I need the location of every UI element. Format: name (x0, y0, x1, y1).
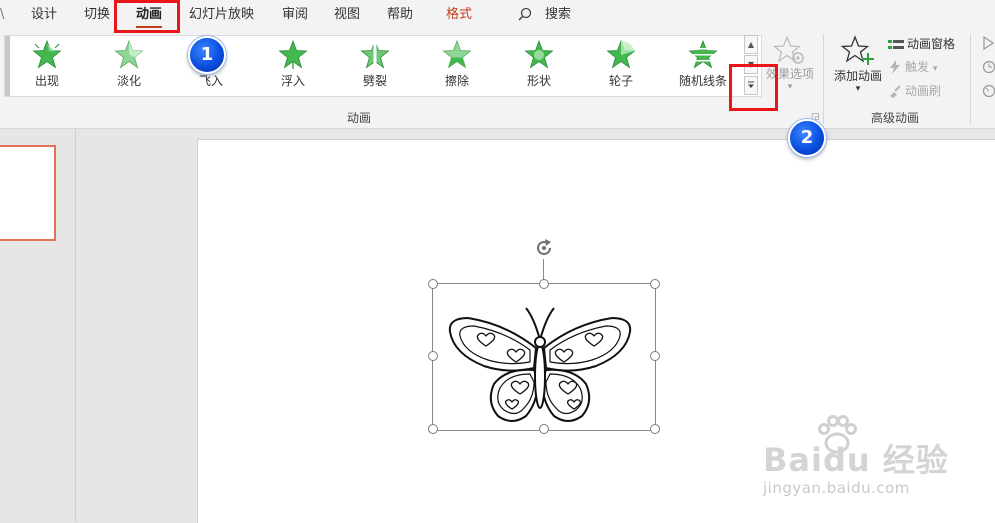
tab-help[interactable]: 帮助 (387, 5, 413, 25)
resize-handle-left[interactable] (428, 351, 438, 361)
anim-split-label: 劈裂 (362, 74, 387, 88)
animation-gallery: 出现 淡化 飞入 浮入 劈裂 擦除 形状 轮子 随机线条 (4, 35, 762, 97)
resize-handle-top-left[interactable] (428, 279, 438, 289)
anim-wheel[interactable]: 轮子 (586, 38, 656, 92)
step-badge-1: 1 (188, 36, 226, 74)
animation-painter-label: 动画刷 (905, 84, 942, 98)
slide-thumbnail-selected[interactable] (0, 145, 56, 241)
animation-pane-label: 动画窗格 (907, 37, 956, 51)
star-fade-icon (114, 40, 144, 69)
resize-handle-top-right[interactable] (650, 279, 660, 289)
anim-float-in[interactable]: 浮入 (258, 38, 328, 92)
gallery-scroll-up[interactable]: ▲ (744, 35, 758, 54)
tab-transitions[interactable]: 切换 (84, 5, 110, 25)
star-split-icon (360, 40, 390, 70)
anim-random-bars[interactable]: 随机线条 (668, 38, 738, 92)
lightning-icon (890, 60, 900, 74)
anim-fade[interactable]: 淡化 (94, 38, 164, 92)
tab-design[interactable]: 设计 (31, 5, 57, 25)
add-animation-star-icon (841, 35, 874, 65)
butterfly-picture (448, 307, 632, 422)
anim-float-in-label: 浮入 (280, 74, 305, 88)
anim-fly-in-label: 飞入 (198, 74, 223, 88)
anim-shape[interactable]: 形状 (504, 38, 574, 92)
slide-thumbnail-pane (0, 129, 76, 522)
play-start-icon[interactable] (982, 36, 995, 50)
star-shape-icon (524, 40, 554, 69)
add-animation-caret-icon: ▾ (855, 84, 861, 94)
add-animation-label: 添加动画 (833, 69, 882, 83)
tab-review[interactable]: 审阅 (282, 5, 308, 25)
delay-clock-icon[interactable] (982, 84, 995, 98)
group-advanced-animation-label: 高级动画 (871, 111, 920, 125)
step-badge-2: 2 (788, 119, 826, 157)
tab-view[interactable]: 视图 (334, 5, 360, 25)
star-appear-icon (32, 40, 62, 69)
anim-appear-label: 出现 (34, 74, 59, 88)
trigger-button[interactable]: 触发 ▾ (888, 58, 937, 76)
partial-tab[interactable]: \ (0, 5, 4, 25)
animation-pane-icon (888, 40, 904, 49)
group-separator (823, 34, 824, 124)
animation-painter-icon (890, 85, 901, 98)
trigger-caret-icon: ▾ (932, 64, 938, 74)
anim-fade-label: 淡化 (116, 74, 141, 88)
search-icon[interactable] (518, 7, 532, 21)
anim-appear[interactable]: 出现 (12, 38, 82, 92)
anim-wheel-label: 轮子 (608, 74, 633, 88)
animation-pane-button[interactable]: 动画窗格 (888, 35, 955, 53)
trigger-label: 触发 (905, 60, 930, 74)
highlight-more-button (729, 64, 778, 111)
group-animation-label: 动画 (347, 111, 372, 125)
rotate-handle-icon[interactable] (533, 237, 555, 259)
star-float-in-icon (278, 40, 308, 69)
effect-options-icon (773, 35, 804, 64)
resize-handle-top[interactable] (539, 279, 549, 289)
anim-shape-label: 形状 (526, 74, 551, 88)
resize-handle-bottom-left[interactable] (428, 424, 438, 434)
anim-random-bars-label: 随机线条 (678, 74, 727, 88)
anim-wipe[interactable]: 擦除 (422, 38, 492, 92)
search-label[interactable]: 搜索 (545, 5, 571, 25)
group-separator-2 (970, 34, 971, 124)
tab-slideshow[interactable]: 幻灯片放映 (189, 5, 254, 25)
anim-split[interactable]: 劈裂 (340, 38, 410, 92)
tab-format[interactable]: 格式 (446, 5, 472, 25)
star-random-bars-icon (688, 40, 718, 69)
gallery-left-edge (5, 36, 10, 96)
animation-painter-button[interactable]: 动画刷 (888, 82, 941, 100)
star-wheel-icon (606, 40, 636, 69)
highlight-animations-tab (114, 0, 180, 33)
star-wipe-icon (442, 40, 472, 69)
ribbon: 出现 淡化 飞入 浮入 劈裂 擦除 形状 轮子 随机线条 ▲ ▼ 效果选项 ▾ … (0, 30, 995, 129)
duration-clock-icon[interactable] (982, 60, 995, 74)
anim-wipe-label: 擦除 (444, 74, 469, 88)
resize-handle-bottom-right[interactable] (650, 424, 660, 434)
resize-handle-right[interactable] (650, 351, 660, 361)
add-animation-button[interactable]: 添加动画 ▾ (830, 35, 886, 105)
